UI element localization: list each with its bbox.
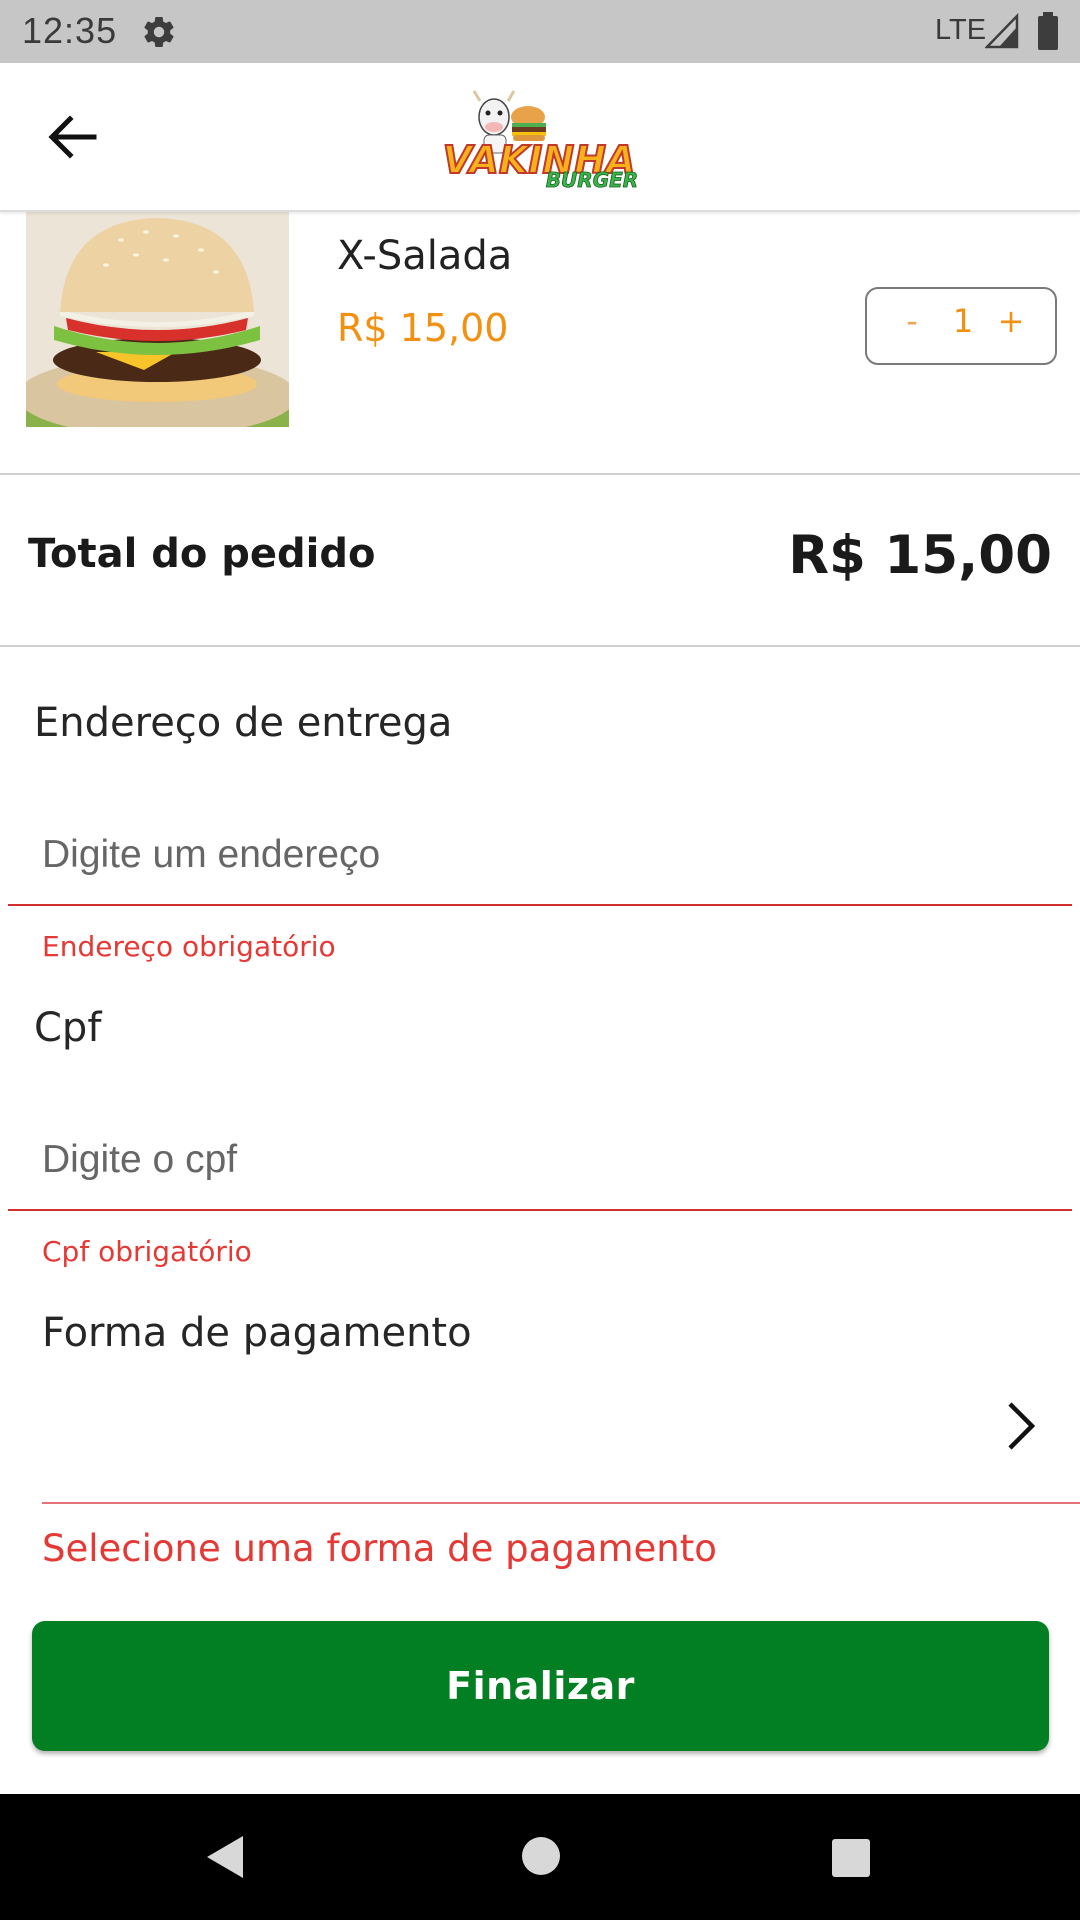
address-input[interactable] bbox=[8, 806, 1072, 906]
finalize-button[interactable]: Finalizar bbox=[32, 1621, 1049, 1751]
total-value: R$ 15,00 bbox=[788, 525, 1052, 586]
battery-icon bbox=[1036, 12, 1060, 54]
payment-error: Selecione uma forma de pagamento bbox=[42, 1527, 717, 1570]
payment-label: Forma de pagamento bbox=[42, 1310, 472, 1356]
network-type-label: LTE bbox=[935, 14, 987, 46]
back-button[interactable] bbox=[44, 109, 104, 165]
system-nav-bar bbox=[0, 1794, 1080, 1920]
product-name: X-Salada bbox=[337, 233, 513, 279]
cpf-input[interactable] bbox=[8, 1111, 1072, 1211]
payment-method-select[interactable] bbox=[42, 1360, 1080, 1504]
nav-home-icon[interactable] bbox=[521, 1836, 561, 1880]
arrow-left-icon bbox=[48, 115, 97, 159]
total-label: Total do pedido bbox=[28, 531, 376, 577]
address-error: Endereço obrigatório bbox=[42, 930, 336, 963]
brand-logo: VAKINHA BURGER bbox=[432, 83, 647, 193]
product-image bbox=[26, 210, 289, 427]
decrement-button[interactable]: - bbox=[897, 302, 927, 340]
nav-recents-icon[interactable] bbox=[831, 1838, 871, 1882]
quantity-stepper: - 1 + bbox=[865, 287, 1057, 365]
signal-icon bbox=[984, 12, 1019, 53]
cpf-error: Cpf obrigatório bbox=[42, 1235, 252, 1268]
increment-button[interactable]: + bbox=[995, 302, 1027, 340]
app-bar: VAKINHA BURGER bbox=[0, 63, 1080, 212]
cpf-label: Cpf bbox=[34, 1005, 102, 1051]
cart-item: X-Salada R$ 15,00 - 1 + bbox=[0, 210, 1080, 475]
product-price: R$ 15,00 bbox=[337, 306, 509, 350]
gear-icon bbox=[141, 14, 177, 54]
svg-text:BURGER: BURGER bbox=[546, 168, 638, 192]
order-total: Total do pedido R$ 15,00 bbox=[0, 475, 1080, 647]
address-label: Endereço de entrega bbox=[34, 700, 453, 746]
status-time: 12:35 bbox=[22, 10, 118, 51]
nav-back-icon[interactable] bbox=[205, 1834, 245, 1884]
status-bar: 12:35 LTE bbox=[0, 0, 1080, 63]
chevron-right-icon bbox=[1004, 1398, 1038, 1458]
quantity-value: 1 bbox=[952, 302, 974, 340]
